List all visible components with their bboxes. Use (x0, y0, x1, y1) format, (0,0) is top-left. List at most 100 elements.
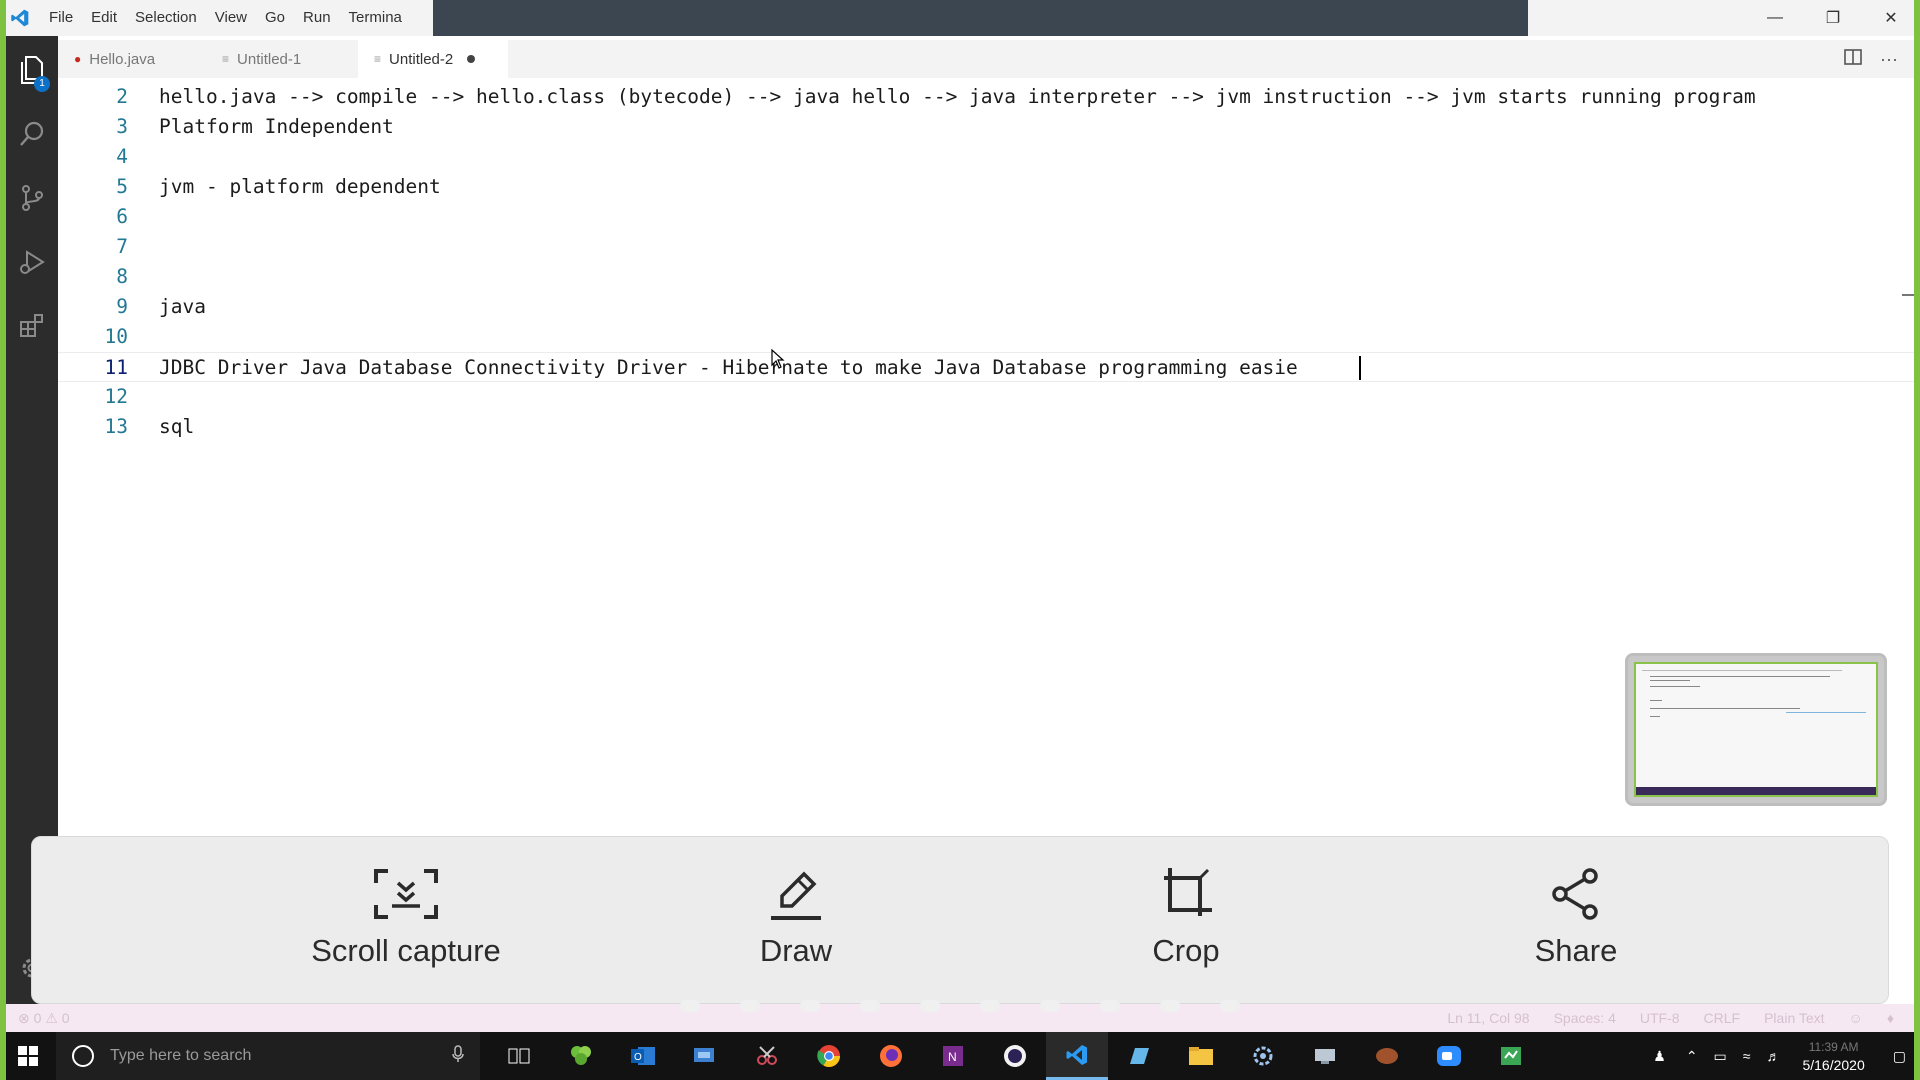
status-right: Ln 11, Col 98 Spaces: 4 UTF-8 CRLF Plain… (1447, 1010, 1894, 1026)
cursor-position[interactable]: Ln 11, Col 98 (1447, 1010, 1529, 1026)
file-explorer-icon[interactable] (1170, 1032, 1232, 1080)
firefox-icon[interactable] (860, 1032, 922, 1080)
line-number: 7 (116, 235, 128, 258)
menu-file[interactable]: File (40, 0, 82, 36)
vscode-logo-icon (0, 0, 40, 36)
clover-app-icon[interactable] (550, 1032, 612, 1080)
text-caret (1359, 356, 1361, 380)
language-mode[interactable]: Plain Text (1764, 1010, 1824, 1026)
action-center-icon[interactable]: ▢ (1893, 1048, 1906, 1065)
menu-terminal[interactable]: Termina (340, 0, 411, 36)
pen-icon (666, 861, 926, 927)
line-number: 5 (116, 175, 128, 198)
code-line: 8 (58, 262, 1914, 292)
green-app-icon[interactable] (1480, 1032, 1542, 1080)
line-text: JDBC Driver Java Database Connectivity D… (159, 356, 1298, 379)
line-text: java (159, 295, 206, 318)
line-text: jvm - platform dependent (159, 175, 441, 198)
split-editor-icon[interactable] (1844, 48, 1862, 70)
line-text: hello.java --> compile --> hello.class (… (159, 85, 1756, 108)
line-ending[interactable]: CRLF (1704, 1010, 1741, 1026)
task-view-icon[interactable] (488, 1032, 550, 1080)
show-hidden-icons-icon[interactable]: ⌃ (1686, 1048, 1698, 1065)
zoom-icon[interactable] (1418, 1032, 1480, 1080)
settings-gear-icon[interactable] (1232, 1032, 1294, 1080)
chrome-icon[interactable] (798, 1032, 860, 1080)
menu-run[interactable]: Run (294, 0, 340, 36)
window-controls: — ❐ ✕ (1746, 0, 1920, 36)
code-line: 10 (58, 322, 1914, 352)
line-number: 11 (104, 356, 128, 379)
search-icon[interactable] (6, 108, 58, 160)
line-number: 8 (116, 265, 128, 288)
clock-time: 11:39 AM (1808, 1040, 1859, 1054)
remote-desktop-icon[interactable] (674, 1032, 736, 1080)
feedback-icon[interactable]: ☺ (1849, 1010, 1863, 1026)
snipping-tool-icon[interactable] (736, 1032, 798, 1080)
windows-start-icon[interactable] (0, 1032, 56, 1080)
line-number: 10 (104, 325, 128, 348)
wifi-icon[interactable]: ≈ (1743, 1048, 1751, 1064)
warning-count-icon: ⚠ (45, 1009, 58, 1026)
tab-label: Untitled-1 (237, 50, 302, 68)
mouse-cursor-icon (771, 349, 785, 369)
code-line: 6 (58, 202, 1914, 232)
scroll-capture-button[interactable]: Scroll capture (276, 861, 536, 981)
svg-text:O: O (634, 1052, 642, 1063)
line-number: 13 (104, 415, 128, 438)
extensions-icon[interactable] (6, 300, 58, 352)
menu-edit[interactable]: Edit (82, 0, 126, 36)
more-actions-icon[interactable]: ··· (1880, 49, 1898, 70)
battery-icon[interactable]: ▭ (1714, 1048, 1727, 1065)
unsaved-dot-icon[interactable] (467, 55, 476, 63)
current-code-line: 11 JDBC Driver Java Database Connectivity… (58, 352, 1914, 382)
warning-count: 0 (61, 1009, 70, 1026)
problems-indicator[interactable]: ⊗ 0 ⚠ 0 (18, 1010, 70, 1027)
file-lines-icon: ≡ (222, 52, 230, 66)
scrollbar-marker[interactable] (1902, 294, 1914, 296)
run-debug-icon[interactable] (6, 236, 58, 288)
explorer-badge: 1 (34, 76, 50, 92)
tab-untitled-2[interactable]: ≡ Untitled-2 (358, 40, 508, 78)
menu-selection[interactable]: Selection (126, 0, 206, 36)
screenshot-thumbnail[interactable] (1625, 653, 1887, 806)
system-tray: ♟ ⌃ ▭ ≈ ♬ 11:39 AM 5/16/2020 ▢ (1641, 1032, 1920, 1080)
menu-go[interactable]: Go (256, 0, 294, 36)
capture-toolbar: Scroll capture Draw Crop Share (31, 836, 1889, 1004)
tab-untitled-1[interactable]: ≡ Untitled-1 (206, 40, 358, 78)
search-circle-icon (72, 1045, 94, 1067)
volume-icon[interactable]: ♬ (1766, 1048, 1780, 1064)
close-button[interactable]: ✕ (1862, 0, 1920, 36)
tab-hello-java[interactable]: ● Hello.java (58, 40, 206, 78)
eclipse-icon[interactable] (984, 1032, 1046, 1080)
brown-app-icon[interactable] (1356, 1032, 1418, 1080)
menu-view[interactable]: View (206, 0, 256, 36)
tab-label: Untitled-2 (389, 50, 454, 68)
restore-button[interactable]: ❐ (1804, 0, 1862, 36)
crop-button[interactable]: Crop (1056, 861, 1316, 981)
indentation[interactable]: Spaces: 4 (1554, 1010, 1616, 1026)
minimize-button[interactable]: — (1746, 0, 1804, 36)
microphone-icon[interactable] (452, 1044, 464, 1068)
outlook-icon[interactable]: O (612, 1032, 674, 1080)
svg-text:N: N (948, 1050, 957, 1064)
source-control-icon[interactable] (6, 172, 58, 224)
error-count: 0 (33, 1009, 42, 1026)
code-line: 13 sql (58, 412, 1914, 442)
explorer-icon[interactable]: 1 (6, 44, 58, 96)
taskbar-search[interactable]: Type here to search (56, 1032, 480, 1080)
notifications-bell-icon[interactable]: ♦ (1887, 1010, 1894, 1026)
scroll-capture-icon (276, 861, 536, 927)
onenote-icon[interactable]: N (922, 1032, 984, 1080)
crop-icon (1056, 861, 1316, 927)
sticky-app-icon[interactable] (1108, 1032, 1170, 1080)
encoding[interactable]: UTF-8 (1640, 1010, 1680, 1026)
vscode-taskbar-icon[interactable] (1046, 1032, 1108, 1080)
tab-actions: ··· (1844, 40, 1914, 78)
code-line: 3 Platform Independent (58, 112, 1914, 142)
network-app-icon[interactable] (1294, 1032, 1356, 1080)
share-button[interactable]: Share (1446, 861, 1706, 981)
people-icon[interactable]: ♟ (1653, 1048, 1666, 1065)
taskbar-clock[interactable]: 11:39 AM 5/16/2020 (1802, 1038, 1864, 1074)
draw-button[interactable]: Draw (666, 861, 926, 981)
